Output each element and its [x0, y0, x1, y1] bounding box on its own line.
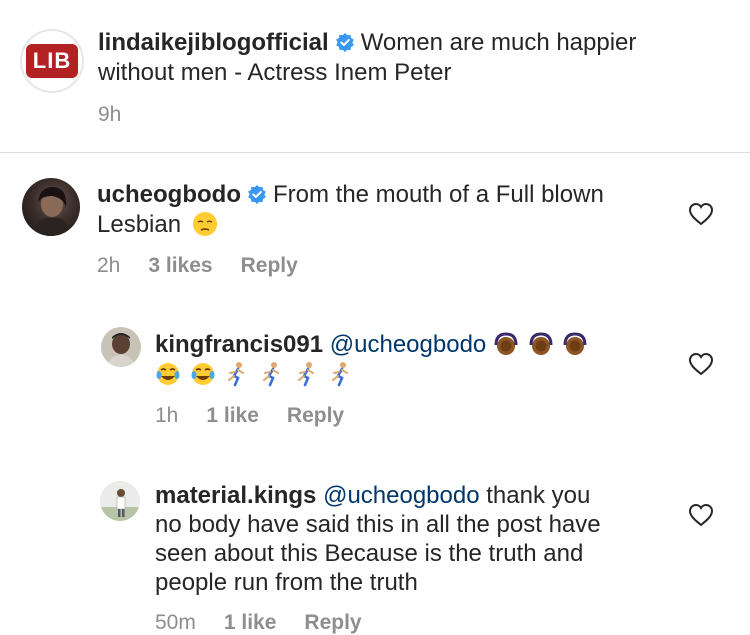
avatar-ucheogbodo[interactable] — [22, 178, 80, 236]
comment-time: 2h — [97, 254, 121, 277]
caption-line2: without men - Actress Inem Peter — [98, 59, 452, 86]
avatar-portrait — [100, 489, 140, 521]
comment-line1: thank you — [486, 482, 591, 509]
emoji-group-laugh-run — [155, 361, 356, 388]
caption-text: lindaikejiblogofficial Women are much hap… — [98, 28, 718, 88]
tears-of-joy-emoji — [156, 363, 180, 385]
avatar-material-kings[interactable] — [100, 481, 140, 521]
divider — [0, 152, 750, 153]
avatar-kingfrancis091[interactable] — [101, 327, 141, 367]
comment-meta: 1h 1 like Reply — [155, 404, 372, 428]
comment-line2: Lesbian — [97, 211, 182, 238]
comment-line1: From the mouth of a Full blown — [272, 181, 604, 208]
person-gesturing-ok-emoji — [529, 332, 553, 355]
reply-button[interactable]: Reply — [241, 254, 298, 277]
reply-button[interactable]: Reply — [287, 404, 344, 427]
heart-icon[interactable] — [688, 202, 714, 226]
caption-avatar[interactable]: LIB — [20, 29, 84, 93]
comment-username[interactable]: ucheogbodo — [97, 181, 241, 208]
caption-meta: 9h — [98, 103, 149, 127]
post-caption: LIB lindaikejiblogofficial Women are much… — [0, 0, 750, 152]
tears-of-joy-emoji — [191, 363, 215, 385]
comment-line3: seen about this Because is the truth and — [155, 540, 584, 567]
person-gesturing-ok-emoji — [563, 332, 587, 355]
person-running-emoji — [332, 362, 349, 387]
comment-meta: 2h 3 likes Reply — [97, 254, 326, 278]
avatar-portrait — [34, 186, 70, 236]
comment-line4: people run from the truth — [155, 569, 418, 596]
lib-logo: LIB — [26, 44, 78, 78]
person-running-emoji — [297, 362, 314, 387]
heart-icon[interactable] — [688, 503, 714, 527]
comment-text: kingfrancis091 @ucheogbodo — [155, 330, 675, 390]
comment-meta: 50m 1 like Reply — [155, 611, 390, 635]
unamused-face-emoji — [192, 212, 217, 236]
caption-username[interactable]: lindaikejiblogofficial — [98, 29, 329, 56]
verified-badge-icon — [248, 185, 266, 204]
person-gesturing-ok-emoji — [494, 332, 518, 355]
comment-likes[interactable]: 1 like — [206, 404, 259, 427]
caption-line1: Women are much happier — [360, 29, 637, 56]
comment-username[interactable]: kingfrancis091 — [155, 331, 323, 358]
comment-text: ucheogbodo From the mouth of a Full blown… — [97, 180, 677, 240]
mention-link[interactable]: @ucheogbodo — [330, 331, 487, 358]
heart-icon[interactable] — [688, 352, 714, 376]
person-running-emoji — [263, 362, 280, 387]
comment-username[interactable]: material.kings — [155, 482, 316, 509]
comment-text: material.kings @ucheogbodo thank you no … — [155, 481, 675, 597]
verified-badge-icon — [335, 33, 354, 52]
person-running-emoji — [228, 362, 245, 387]
comment-line2: no body have said this in all the post h… — [155, 511, 601, 538]
comment-likes[interactable]: 3 likes — [148, 254, 212, 277]
caption-time: 9h — [98, 103, 122, 126]
mention-link[interactable]: @ucheogbodo — [323, 482, 480, 509]
comment-time: 1h — [155, 404, 179, 427]
avatar-portrait — [107, 333, 135, 367]
emoji-group-gesture — [493, 331, 590, 358]
